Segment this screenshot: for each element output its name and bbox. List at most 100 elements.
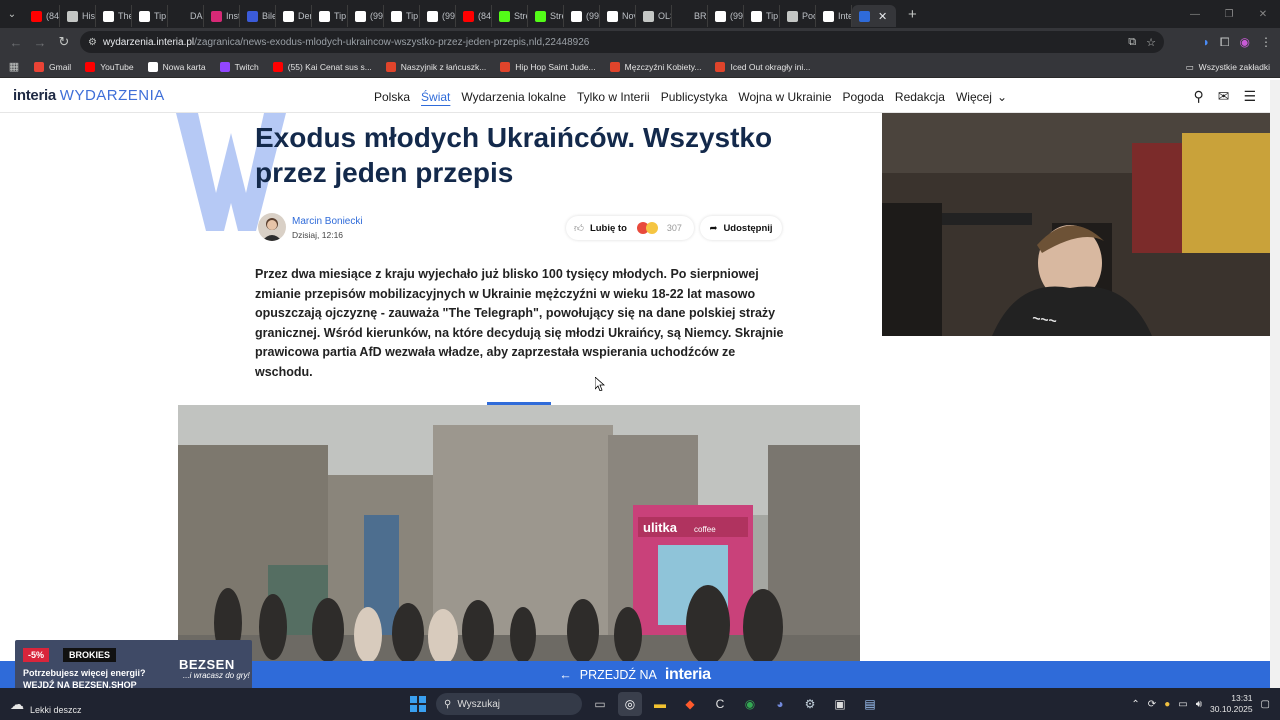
browser-tab[interactable]: DAL [168, 5, 204, 27]
mail-icon[interactable]: ✉ [1218, 88, 1230, 105]
chrome-icon[interactable]: ◉ [738, 692, 762, 716]
browser-tab[interactable]: Hist [60, 5, 96, 27]
tab-favicon-icon [463, 10, 474, 22]
page-scrollbar[interactable] [1270, 80, 1280, 688]
terminal-icon[interactable]: ▣ [828, 692, 852, 716]
like-button[interactable]: 👍︎ Lubię to 307 [566, 216, 694, 240]
bookmark-item[interactable]: Hip Hop Saint Jude... [500, 61, 596, 72]
browser-tab[interactable]: (99 [708, 5, 744, 27]
reload-icon[interactable]: ↻ [52, 30, 76, 54]
tab-close-icon[interactable]: ✕ [878, 10, 887, 23]
address-bar[interactable]: ⚙ wydarzenia.interia.pl /zagranica/news-… [80, 31, 1164, 53]
browser-tab[interactable]: Der [276, 5, 312, 27]
ad-line-1: Potrzebujesz więcej energii? [23, 668, 146, 678]
browser-tab[interactable]: Nov [600, 5, 636, 27]
close-window-icon[interactable]: ✕ [1246, 0, 1280, 28]
nav-item[interactable]: Więcej [956, 90, 992, 104]
article-lead: Przez dwa miesiące z kraju wyjechało już… [255, 267, 784, 379]
bookmark-item[interactable]: Twitch [219, 61, 259, 72]
browser-tab[interactable]: The [96, 5, 132, 27]
site-header: interia WYDARZENIA Polska Świat Wydarzenia… [0, 80, 1270, 113]
maximize-icon[interactable]: ❐ [1212, 0, 1246, 28]
browser-tab[interactable]: Tip [312, 5, 348, 27]
nav-item[interactable]: Pogoda [843, 90, 884, 104]
browser-tab[interactable]: (99 [564, 5, 600, 27]
sync-icon[interactable]: ⟳ [1148, 699, 1156, 710]
bookmark-item[interactable]: Naszyjnik z łańcuszk... [385, 61, 486, 72]
minimize-icon[interactable]: — [1178, 0, 1212, 28]
clock[interactable]: 13:31 30.10.2025 [1210, 693, 1253, 715]
browser-tab[interactable]: Tip [384, 5, 420, 27]
browser-tab[interactable]: Inte [816, 5, 852, 27]
logo-sub: WYDARZENIA [59, 87, 165, 104]
apps-grid-icon[interactable]: ▦ [0, 60, 28, 73]
task-view-icon[interactable]: ▭ [588, 692, 612, 716]
browser-tab[interactable]: (84) [456, 5, 492, 27]
author-avatar[interactable] [258, 213, 286, 241]
bookmark-item[interactable]: Męzczyźni Kobiety... [609, 61, 701, 72]
notepad-icon[interactable]: ▤ [858, 692, 882, 716]
bookmark-item[interactable]: Gmail [34, 61, 71, 72]
browser-tab[interactable]: Stre [528, 5, 564, 27]
browser-tab[interactable]: Insta [204, 5, 240, 27]
bookmark-star-icon[interactable]: ☆ [1146, 36, 1156, 49]
extension-icon[interactable]: ◗ [1203, 35, 1210, 49]
back-icon[interactable]: ← [4, 30, 28, 54]
bookmark-item[interactable]: YouTube [85, 61, 134, 72]
nav-item[interactable]: Tylko w Interii [577, 90, 650, 104]
new-tab-button[interactable]: + [908, 6, 917, 23]
extensions-puzzle-icon[interactable]: ⧠ [1220, 35, 1230, 50]
author-name-link[interactable]: Marcin Boniecki [292, 216, 363, 227]
notifications-icon[interactable]: ▢ [1261, 699, 1270, 710]
ccleaner-icon[interactable]: C [708, 692, 732, 716]
site-info-icon[interactable]: ⚙ [88, 37, 97, 48]
browser-tab[interactable]: (99 [348, 5, 384, 27]
search-icon[interactable]: ⚲ [1193, 88, 1203, 105]
mic-icon[interactable]: ● [1164, 699, 1170, 710]
taskbar-search[interactable]: ⚲ Wyszukaj [436, 693, 582, 715]
obs-icon[interactable]: ◎ [618, 692, 642, 716]
nav-item[interactable]: Wydarzenia lokalne [461, 90, 566, 104]
article-main-photo[interactable]: ulitka coffee [178, 405, 860, 661]
system-tray: ⌃ ⟳ ● ▭ 🔊︎ 13:31 30.10.2025 ▢ [1131, 688, 1270, 720]
nav-item[interactable]: Publicystyka [661, 90, 728, 104]
browser-tab[interactable]: Pod [780, 5, 816, 27]
nav-item[interactable]: Polska [374, 90, 410, 104]
hamburger-menu-icon[interactable]: ☰ [1243, 88, 1256, 105]
start-button[interactable] [410, 696, 426, 712]
steam-icon[interactable]: ⚙ [798, 692, 822, 716]
bookmark-item[interactable]: (55) Kai Cenat sus s... [272, 61, 372, 72]
file-explorer-icon[interactable]: ▬ [648, 692, 672, 716]
browser-tab[interactable]: Stre [492, 5, 528, 27]
tray-chevron-icon[interactable]: ⌃ [1131, 699, 1139, 710]
discord-icon[interactable]: ◕ [768, 692, 792, 716]
forward-icon[interactable]: → [28, 30, 52, 54]
brave-icon[interactable]: ◆ [678, 692, 702, 716]
browser-tab[interactable]: (99 [420, 5, 456, 27]
nav-item[interactable]: Świat [421, 90, 450, 104]
bookmark-item[interactable]: Nowa karta [147, 61, 206, 72]
browser-tab[interactable]: Tip [132, 5, 168, 27]
tab-search-icon[interactable]: ⌄ [0, 0, 24, 28]
network-icon[interactable]: ▭ [1178, 699, 1187, 710]
share-button[interactable]: ➦ Udostępnij [700, 216, 782, 240]
nav-item[interactable]: Redakcja [895, 90, 945, 104]
browser-tab[interactable]: (84) [24, 5, 60, 27]
browser-tab[interactable]: Tip [744, 5, 780, 27]
bookmark-item[interactable]: Iced Out okragły ini... [715, 61, 810, 72]
install-app-icon[interactable]: ⧉ [1128, 36, 1136, 49]
browser-tab[interactable]: OLS [636, 5, 672, 27]
profile-avatar[interactable]: ◉ [1240, 35, 1250, 49]
weather-widget[interactable]: ☁ Lekki deszcz [10, 693, 82, 716]
chevron-down-icon[interactable]: ⌄ [997, 90, 1007, 104]
tab-favicon-icon [643, 10, 654, 22]
browser-menu-icon[interactable]: ⋮ [1260, 35, 1272, 49]
browser-tab-active[interactable]: ✕ [852, 5, 896, 27]
site-logo[interactable]: interia WYDARZENIA [13, 87, 165, 104]
browser-tab[interactable]: BRC [672, 5, 708, 27]
url-path: /zagranica/news-exodus-mlodych-ukraincow… [194, 36, 590, 48]
browser-tab[interactable]: Bile [240, 5, 276, 27]
nav-item[interactable]: Wojna w Ukrainie [738, 90, 831, 104]
all-bookmarks-folder[interactable]: ▭ Wszystkie zakładki [1186, 56, 1270, 78]
volume-icon[interactable]: 🔊︎ [1196, 699, 1202, 710]
